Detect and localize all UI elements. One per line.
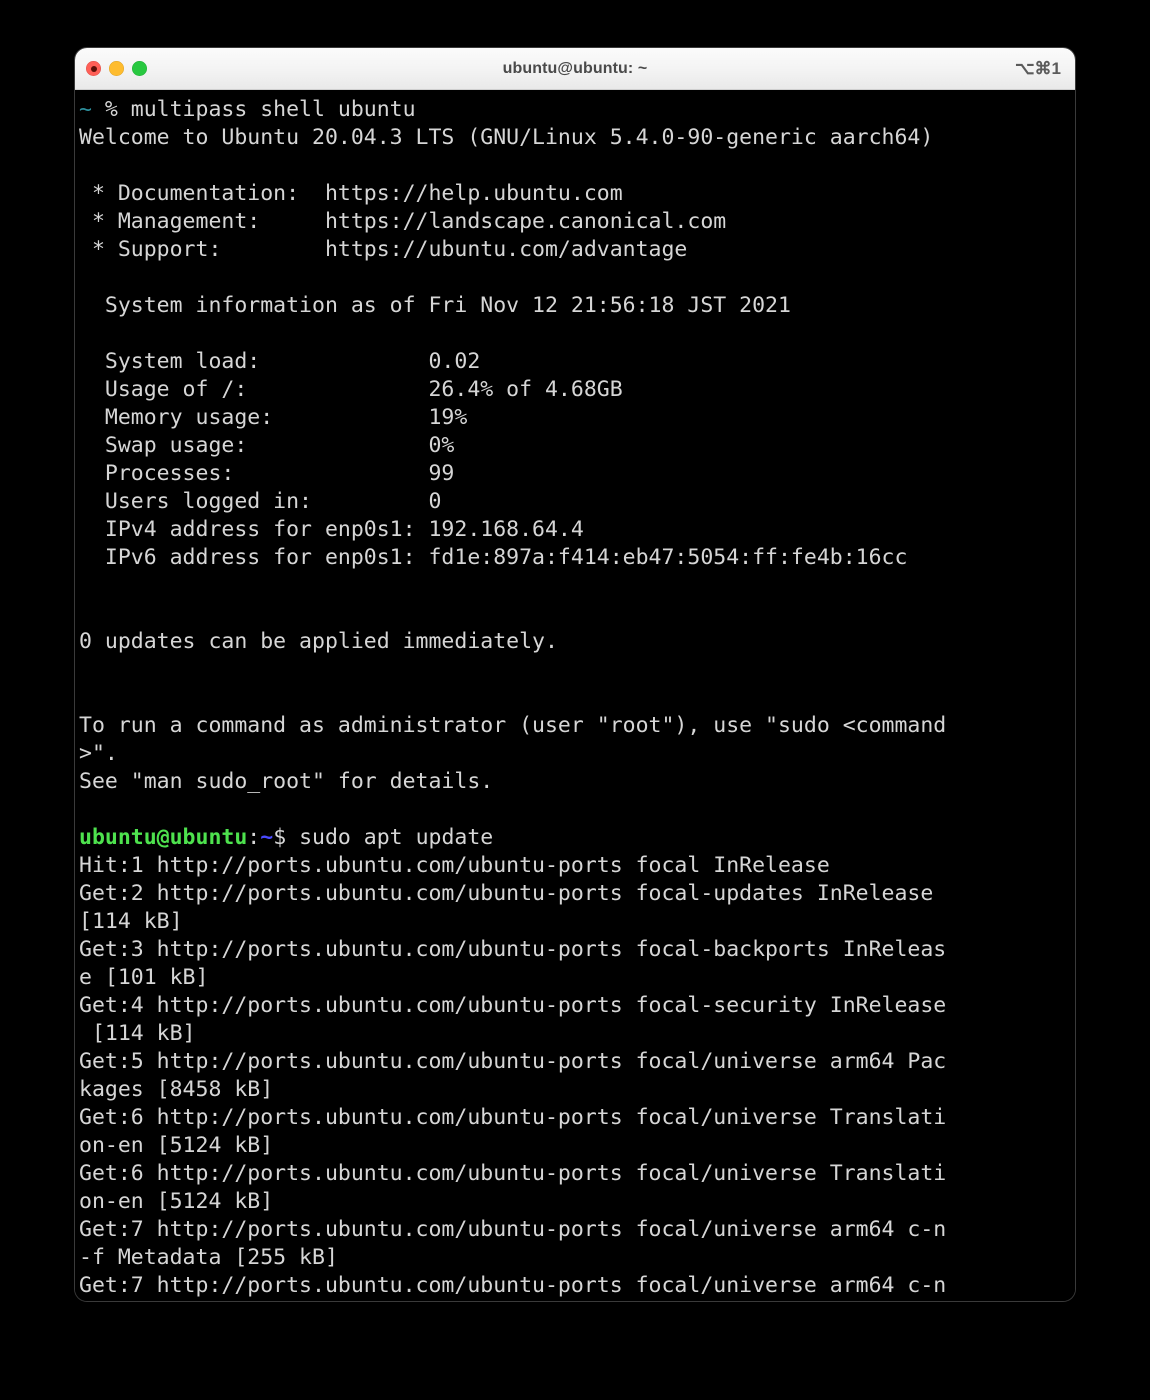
terminal-line: * Documentation: https://help.ubuntu.com	[79, 180, 1075, 208]
terminal-line: kages [8458 kB]	[79, 1076, 1075, 1104]
terminal-line: ~ % multipass shell ubuntu	[79, 96, 1075, 124]
terminal-line: on-en [5124 kB]	[79, 1132, 1075, 1160]
terminal-text-run: * Management: https://landscape.canonica…	[79, 209, 727, 234]
terminal-line: >".	[79, 740, 1075, 768]
terminal-window[interactable]: ubuntu@ubuntu: ~ ⌥⌘1 ~ % multipass shell…	[75, 48, 1075, 1301]
terminal-text-run: IPv4 address for enp0s1: 192.168.64.4	[79, 517, 584, 542]
terminal-text-run: Users logged in: 0	[79, 489, 442, 514]
terminal-line: -f Metadata [255 kB]	[79, 1244, 1075, 1272]
terminal-text-run: $ sudo apt update	[273, 825, 494, 850]
terminal-line: Get:7 http://ports.ubuntu.com/ubuntu-por…	[79, 1272, 1075, 1300]
terminal-line: Get:3 http://ports.ubuntu.com/ubuntu-por…	[79, 936, 1075, 964]
terminal-line: Welcome to Ubuntu 20.04.3 LTS (GNU/Linux…	[79, 124, 1075, 152]
terminal-line: Swap usage: 0%	[79, 432, 1075, 460]
terminal-text-run: ~	[260, 825, 274, 850]
terminal-text-run: * Documentation: https://help.ubuntu.com	[79, 181, 623, 206]
terminal-line: Get:6 http://ports.ubuntu.com/ubuntu-por…	[79, 1104, 1075, 1132]
terminal-text-run: Welcome to Ubuntu 20.04.3 LTS (GNU/Linux…	[79, 125, 934, 150]
terminal-text-run: Get:5 http://ports.ubuntu.com/ubuntu-por…	[79, 1049, 947, 1074]
terminal-line: on-en [5124 kB]	[79, 1188, 1075, 1216]
terminal-line: ubuntu@ubuntu:~$ sudo apt update	[79, 824, 1075, 852]
terminal-line: [114 kB]	[79, 908, 1075, 936]
terminal-text-run: Processes: 99	[79, 461, 455, 486]
terminal-text-run: Get:6 http://ports.ubuntu.com/ubuntu-por…	[79, 1105, 947, 1130]
terminal-line: e [101 kB]	[79, 964, 1075, 992]
terminal-text-run: on-en [5124 kB]	[79, 1133, 274, 1158]
terminal-text-run: >".	[79, 741, 118, 766]
terminal-text-run: Memory usage: 19%	[79, 405, 468, 430]
terminal-text-run: Get:4 http://ports.ubuntu.com/ubuntu-por…	[79, 993, 947, 1018]
minimize-button-icon[interactable]	[109, 61, 124, 76]
terminal-line: Get:2 http://ports.ubuntu.com/ubuntu-por…	[79, 880, 1075, 908]
terminal-text-run: Get:7 http://ports.ubuntu.com/ubuntu-por…	[79, 1273, 947, 1298]
terminal-text-run: Get:2 http://ports.ubuntu.com/ubuntu-por…	[79, 881, 934, 906]
terminal-text-run: [114 kB]	[79, 909, 183, 934]
maximize-button-icon[interactable]	[132, 61, 147, 76]
terminal-text-run: [114 kB]	[79, 1021, 196, 1046]
terminal-line: IPv4 address for enp0s1: 192.168.64.4	[79, 516, 1075, 544]
terminal-line: Memory usage: 19%	[79, 404, 1075, 432]
terminal-text-run: System load: 0.02	[79, 349, 481, 374]
terminal-text-run: Get:7 http://ports.ubuntu.com/ubuntu-por…	[79, 1217, 947, 1242]
window-shortcut-label: ⌥⌘1	[1014, 58, 1061, 78]
terminal-text-run: * Support: https://ubuntu.com/advantage	[79, 237, 688, 262]
terminal-line: Users logged in: 0	[79, 488, 1075, 516]
terminal-line: Processes: 99	[79, 460, 1075, 488]
terminal-text-run: Get:6 http://ports.ubuntu.com/ubuntu-por…	[79, 1161, 947, 1186]
terminal-line: Get:7 http://ports.ubuntu.com/ubuntu-por…	[79, 1216, 1075, 1244]
terminal-line: System load: 0.02	[79, 348, 1075, 376]
terminal-line: 0 updates can be applied immediately.	[79, 628, 1075, 656]
terminal-text-run: -f Metadata [255 kB]	[79, 1245, 338, 1270]
terminal-text-run: To run a command as administrator (user …	[79, 713, 947, 738]
terminal-text-run: Hit:1 http://ports.ubuntu.com/ubuntu-por…	[79, 853, 830, 878]
terminal-line: Get:6 http://ports.ubuntu.com/ubuntu-por…	[79, 1160, 1075, 1188]
terminal-line: Hit:1 http://ports.ubuntu.com/ubuntu-por…	[79, 852, 1075, 880]
terminal-text-run: IPv6 address for enp0s1: fd1e:897a:f414:…	[79, 545, 908, 570]
terminal-text-run: e [101 kB]	[79, 965, 209, 990]
terminal-line: * Support: https://ubuntu.com/advantage	[79, 236, 1075, 264]
terminal-text-run: System information as of Fri Nov 12 21:5…	[79, 293, 791, 318]
terminal-text-run: See "man sudo_root" for details.	[79, 769, 494, 794]
terminal-output: ~ % multipass shell ubuntu Welcome to Ubu…	[79, 96, 1075, 1300]
terminal-text-run: kages [8458 kB]	[79, 1077, 274, 1102]
window-title: ubuntu@ubuntu: ~	[502, 59, 648, 77]
terminal-text-run: on-en [5124 kB]	[79, 1189, 274, 1214]
terminal-text-run: :	[247, 825, 261, 850]
terminal-line: System information as of Fri Nov 12 21:5…	[79, 292, 1075, 320]
terminal-text-run: % multipass shell ubuntu	[91, 97, 416, 122]
terminal-text-run: 0 updates can be applied immediately.	[79, 629, 558, 654]
terminal-line: IPv6 address for enp0s1: fd1e:897a:f414:…	[79, 544, 1075, 572]
terminal-line: To run a command as administrator (user …	[79, 712, 1075, 740]
terminal-line: See "man sudo_root" for details.	[79, 768, 1075, 796]
terminal-line: Get:4 http://ports.ubuntu.com/ubuntu-por…	[79, 992, 1075, 1020]
window-titlebar[interactable]: ubuntu@ubuntu: ~ ⌥⌘1	[75, 48, 1075, 90]
terminal-text-run: Get:3 http://ports.ubuntu.com/ubuntu-por…	[79, 937, 947, 962]
terminal-text-run: ~	[79, 97, 92, 122]
terminal-text-run: Usage of /: 26.4% of 4.68GB	[79, 377, 623, 402]
close-button-icon[interactable]	[86, 61, 101, 76]
terminal-line: Get:5 http://ports.ubuntu.com/ubuntu-por…	[79, 1048, 1075, 1076]
terminal-line: Usage of /: 26.4% of 4.68GB	[79, 376, 1075, 404]
terminal-line: * Management: https://landscape.canonica…	[79, 208, 1075, 236]
terminal-line: [114 kB]	[79, 1020, 1075, 1048]
terminal-screen[interactable]: ~ % multipass shell ubuntu Welcome to Ubu…	[75, 90, 1075, 1301]
terminal-text-run: ubuntu@ubuntu	[79, 825, 248, 850]
terminal-text-run: Swap usage: 0%	[79, 433, 455, 458]
window-controls	[86, 48, 147, 89]
